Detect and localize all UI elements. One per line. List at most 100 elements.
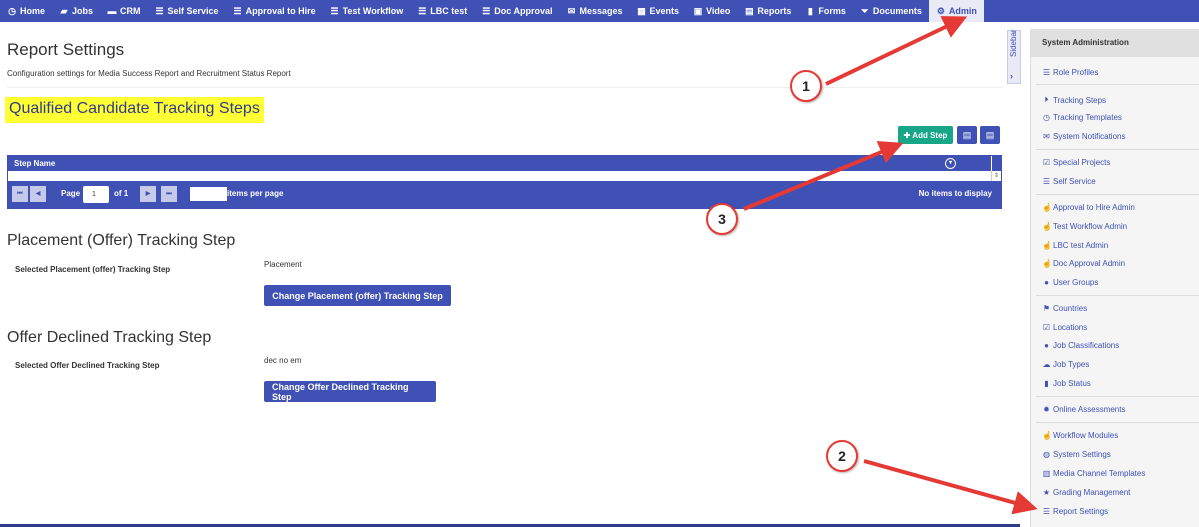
nav-jobs[interactable]: ▰ Jobs (52, 0, 100, 22)
next-page-icon[interactable]: ▶ (140, 186, 156, 202)
sidebar-item-label: Role Profiles (1053, 68, 1099, 77)
nav-self-service[interactable]: ☰ Self Service (148, 0, 226, 22)
add-step-button[interactable]: ✚ Add Step (898, 126, 953, 144)
nav-test-workflow-label: Test Workflow (342, 6, 404, 16)
nav-video[interactable]: ▣ Video (686, 0, 737, 22)
plus-icon: ✚ (903, 130, 911, 140)
placement-label: Selected Placement (offer) Tracking Step (15, 265, 171, 274)
nav-doc-approval[interactable]: ☰ Doc Approval (474, 0, 559, 22)
grid-header: Step Name ▾ (8, 156, 1001, 171)
sidebar-item-self-service[interactable]: ☰ Self Service (1042, 177, 1096, 186)
book-icon: ▥ (1042, 469, 1051, 478)
nav-lbc-label: LBC test (430, 6, 468, 16)
sidebar-item-label: Doc Approval Admin (1053, 259, 1126, 268)
sidebar-item-job-types[interactable]: ☁ Job Types (1042, 360, 1090, 369)
nav-reports-label: Reports (757, 6, 792, 16)
sidebar-item-media-channel-templates[interactable]: ▥ Media Channel Templates (1042, 469, 1146, 478)
nav-jobs-label: Jobs (72, 6, 94, 16)
sidebar-item-lbc-admin[interactable]: ☝ LBC test Admin (1042, 241, 1108, 250)
list-icon: ☰ (233, 6, 242, 16)
sidebar-item-approval-admin[interactable]: ☝ Approval to Hire Admin (1042, 203, 1135, 212)
nav-test-workflow[interactable]: ☰ Test Workflow (323, 0, 411, 22)
sidebar-item-locations[interactable]: ☑ Locations (1042, 323, 1087, 332)
sidebar-item-label: Job Status (1053, 379, 1091, 388)
report-icon: ▤ (745, 6, 754, 16)
filter-icon[interactable]: ▾ (945, 158, 956, 169)
nav-messages-label: Messages (579, 6, 623, 16)
nav-approval-to-hire[interactable]: ☰ Approval to Hire (226, 0, 323, 22)
nav-home[interactable]: ◷ Home (0, 0, 52, 22)
pager-of-label: of 1 (114, 189, 129, 198)
export-pdf-button[interactable]: ▤ (980, 126, 1000, 144)
first-page-icon[interactable]: ⏮ (12, 186, 28, 202)
nav-admin[interactable]: ⚙ Admin (928, 0, 984, 22)
nav-documents[interactable]: ⏷ Documents (853, 0, 929, 22)
cloud-icon: ☁ (1042, 360, 1051, 369)
car-icon: ▬ (107, 6, 117, 16)
column-separator (991, 156, 992, 171)
sidebar-item-label: LBC test Admin (1053, 241, 1109, 250)
tracking-steps-grid: Step Name ▾ ⇕ ⏮ ◀ Page 1 of 1 ▶ ⏭ items … (7, 155, 1002, 209)
sidebar-item-label: Tracking Steps (1053, 95, 1107, 105)
sidebar-item-user-groups[interactable]: ● User Groups (1042, 278, 1098, 287)
sidebar-item-test-workflow-admin[interactable]: ☝ Test Workflow Admin (1042, 222, 1127, 231)
envelope-icon: ✉ (1043, 132, 1050, 141)
change-declined-button[interactable]: Change Offer Declined Tracking Step (264, 381, 436, 402)
nav-forms[interactable]: ▮ Forms (798, 0, 853, 22)
change-placement-button[interactable]: Change Placement (offer) Tracking Step (264, 285, 451, 306)
list-icon: ☰ (1042, 68, 1051, 77)
sidebar-item-tracking-steps[interactable]: ⏵ Tracking Steps (1042, 95, 1107, 105)
last-page-icon[interactable]: ⏭ (161, 186, 177, 202)
sidebar-item-special-projects[interactable]: ☑ Special Projects (1042, 158, 1110, 167)
sidebar: System Administration ☰ Role Profiles ⏵ Tr… (1030, 29, 1199, 527)
sidebar-item-label: Locations (1053, 323, 1088, 332)
sidebar-item-label: Job Types (1053, 360, 1090, 369)
nav-reports[interactable]: ▤ Reports (737, 0, 798, 22)
nav-home-label: Home (20, 6, 46, 16)
sidebar-item-doc-approval-admin[interactable]: ☝ Doc Approval Admin (1042, 259, 1125, 268)
sidebar-item-countries[interactable]: ⚑ Countries (1042, 304, 1087, 313)
sidebar-item-report-settings[interactable]: ☰ Report Settings (1042, 507, 1108, 516)
nav-forms-label: Forms (818, 6, 846, 16)
sidebar-item-role-profiles[interactable]: ☰ Role Profiles (1042, 68, 1098, 77)
sidebar-item-online-assessments[interactable]: ✹ Online Assessments (1042, 405, 1125, 414)
nav-events[interactable]: ▦ Events (630, 0, 687, 22)
document-icon: ▮ (1044, 379, 1049, 388)
sidebar-item-label: Countries (1053, 304, 1088, 313)
gear-icon: ⚙ (936, 6, 945, 16)
checkbox-icon: ☑ (1042, 323, 1051, 332)
top-nav: ◷ Home ▰ Jobs ▬ CRM ☰ Self Service ☰ Approval… (0, 0, 1199, 22)
sidebar-item-system-notifications[interactable]: ✉ System Notifications (1042, 132, 1125, 141)
nav-lbc-test[interactable]: ☰ LBC test (410, 0, 474, 22)
sidebar-item-system-settings[interactable]: ◍ System Settings (1042, 450, 1111, 459)
sidebar-toggle[interactable]: Sidebar › (1007, 29, 1021, 84)
sidebar-item-grading-management[interactable]: ★ Grading Management (1042, 488, 1130, 497)
export-excel-button[interactable]: ▤ (957, 126, 977, 144)
nav-messages[interactable]: ✉ Messages (559, 0, 629, 22)
column-step-name[interactable]: Step Name (14, 159, 55, 168)
sidebar-item-job-classifications[interactable]: ● Job Classifications (1042, 341, 1119, 350)
sidebar-toggle-label: Sidebar (1009, 29, 1018, 57)
sidebar-divider (1036, 396, 1199, 397)
nav-crm[interactable]: ▬ CRM (100, 0, 148, 22)
qualified-section-title: Qualified Candidate Tracking Steps (5, 97, 264, 123)
placement-value: Placement (264, 260, 302, 269)
no-items-label: No items to display (918, 189, 992, 198)
sidebar-item-tracking-templates[interactable]: ◷ Tracking Templates (1042, 113, 1122, 122)
sidebar-item-label: Workflow Modules (1053, 431, 1119, 440)
sidebar-item-job-status[interactable]: ▮ Job Status (1042, 379, 1091, 388)
sidebar-divider (1036, 422, 1199, 423)
sidebar-item-label: Report Settings (1053, 507, 1109, 516)
sidebar-item-workflow-modules[interactable]: ☝ Workflow Modules (1042, 431, 1118, 440)
page-number-input[interactable]: 1 (83, 186, 109, 203)
thumbs-up-icon: ☝ (1042, 241, 1052, 250)
scrollbar[interactable]: ⇕ (991, 171, 1001, 181)
page-size-select[interactable] (190, 187, 227, 201)
placement-section-title: Placement (Offer) Tracking Step (7, 232, 236, 249)
gear-icon: ✹ (1043, 405, 1050, 414)
list-icon: ☰ (155, 6, 164, 16)
user-icon: ● (1044, 278, 1049, 287)
annotation-marker-1: 1 (790, 70, 822, 102)
list-icon: ☰ (1042, 177, 1051, 186)
prev-page-icon[interactable]: ◀ (30, 186, 46, 202)
